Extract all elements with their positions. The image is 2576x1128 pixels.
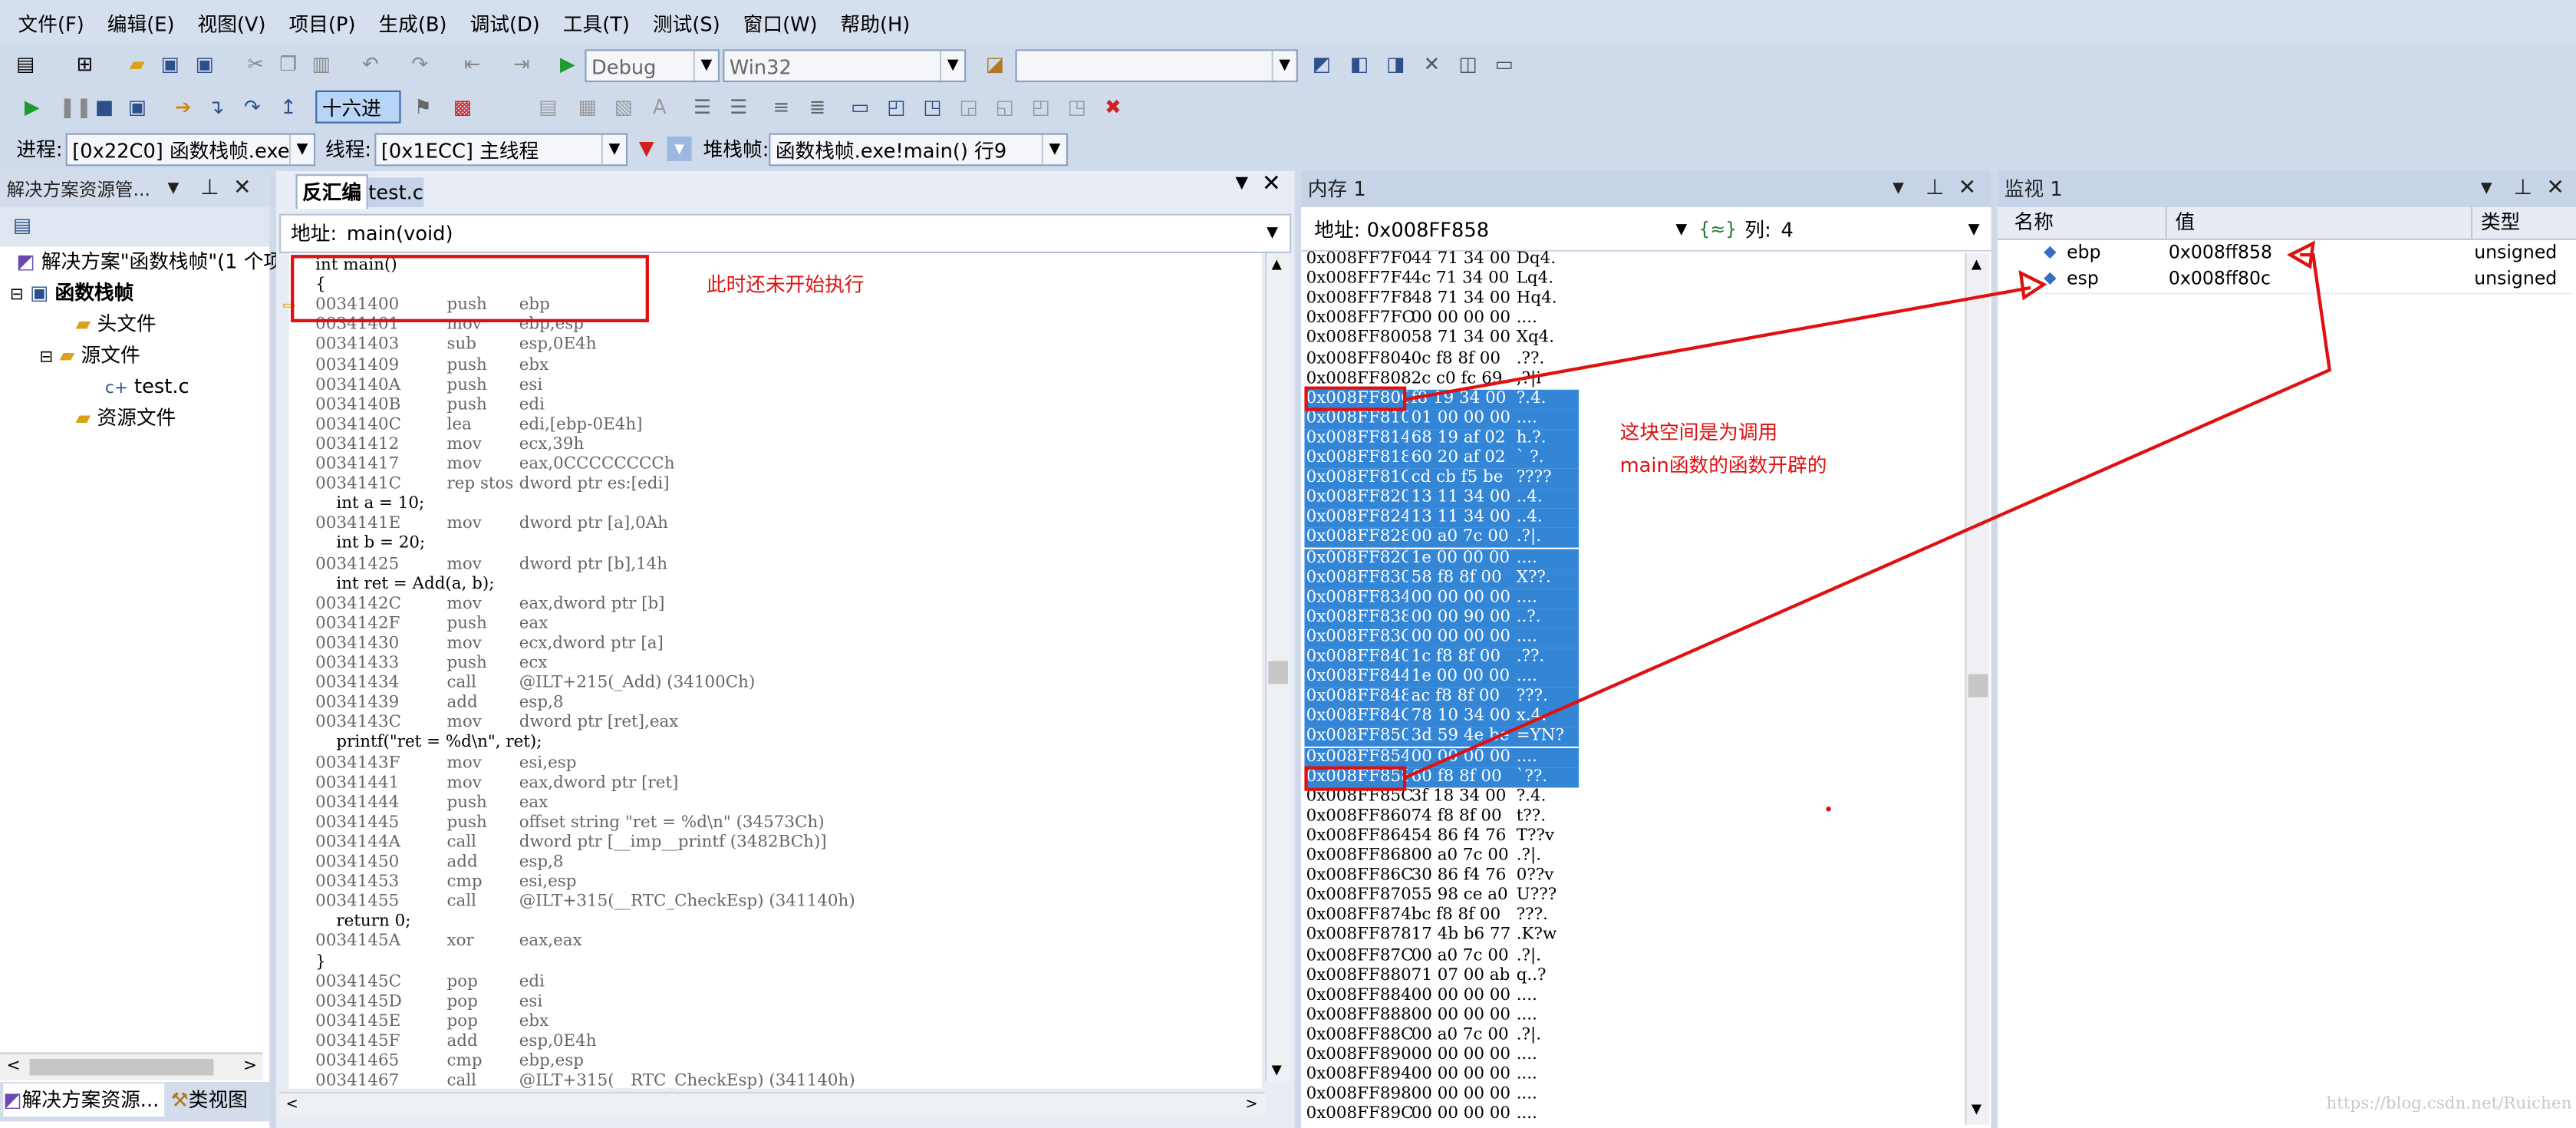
arrow-esp-line [1404,285,2031,401]
annotation-not-executed: 此时还未开始执行 [706,272,865,296]
visual-studio-window: 文件(F) 编辑(E) 视图(V) 项目(P) 生成(B) 调试(D) 工具(T) 测试(S)… [0,0,2576,1128]
arrow-esp-head [2018,269,2047,301]
annotation-memory-line1: 这块空间是为调用 [1619,421,1778,444]
arrow-ebp-line [1404,253,2332,780]
annotation-dot [1826,806,1831,812]
annotation-box-prologue [291,255,649,323]
annotation-box-esp [1304,386,1407,411]
annotation-overlay [291,240,2332,812]
annotation-memory-line2: main函数的函数开辟的 [1619,454,1827,477]
annotation-box-ebp [1304,766,1407,791]
